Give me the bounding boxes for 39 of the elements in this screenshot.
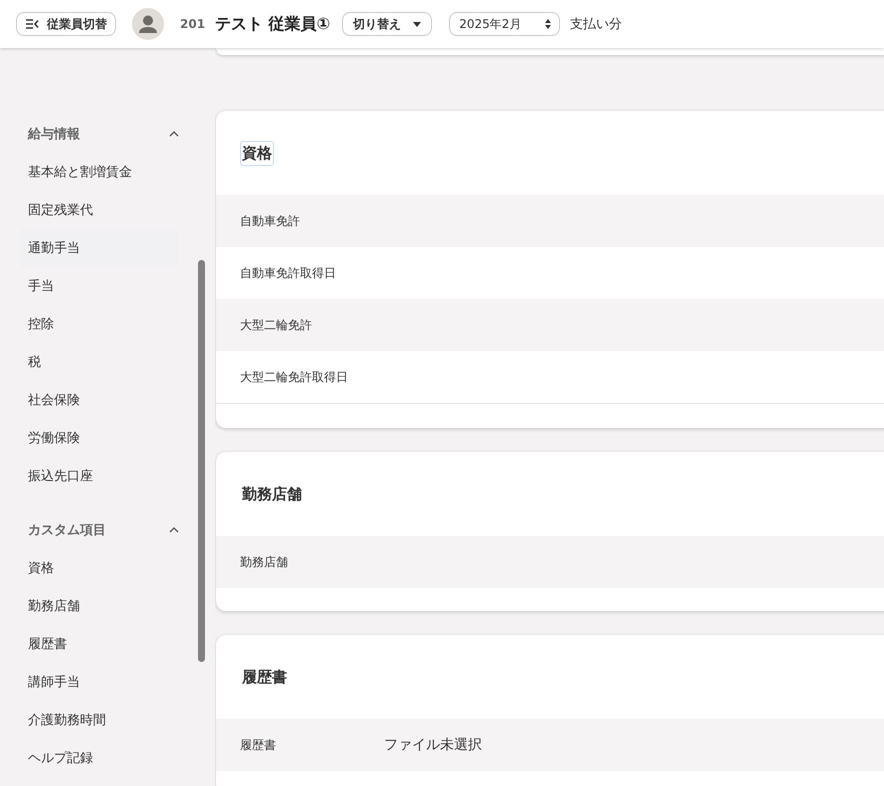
caret-icon [413, 22, 422, 26]
chevron-icon[interactable] [169, 131, 179, 137]
employee-switch-button[interactable]: 従業員切替 [16, 12, 116, 36]
chevron-icon[interactable] [169, 527, 179, 533]
section-title: カスタム項目 [28, 522, 106, 539]
sidebar-item[interactable]: 労働保険 [20, 419, 179, 457]
card-title: 資格 [240, 140, 274, 166]
sidebar-item[interactable]: 履歴書 [20, 625, 179, 663]
sidebar-item[interactable]: 資格 [20, 549, 179, 587]
file-status: ファイル未選択 [384, 736, 482, 754]
period-suffix: 支払い分 [570, 16, 622, 33]
field-label: 履歴書 [240, 736, 277, 754]
sidebar-item[interactable]: 基本給と割増賃金 [20, 153, 179, 191]
sidebar-item[interactable]: 介護勤務時間 [20, 701, 179, 739]
switch-dropdown[interactable]: 切り替え [342, 12, 432, 36]
sidebar-item[interactable]: ヘルプ記録 [20, 739, 179, 777]
sidebar-item[interactable]: 税 [20, 343, 179, 381]
card-title: 勤務店舗 [241, 484, 303, 504]
sidebar-item[interactable]: 振込先口座 [20, 457, 179, 495]
employee-name: テスト 従業員① [215, 14, 330, 34]
menu-collapse-icon [25, 19, 39, 29]
field-label: 大型二輪免許 [240, 316, 313, 334]
card-title: 履歴書 [240, 666, 288, 688]
scrollbar[interactable] [198, 260, 205, 662]
sidebar-item[interactable]: 勤務店舗 [20, 587, 179, 625]
sidebar-item[interactable]: 固定残業代 [20, 191, 179, 229]
period-select[interactable]: 2025年2月 [449, 12, 560, 36]
field-label: 大型二輪免許取得日 [240, 368, 349, 386]
sidebar-item[interactable]: 控除 [20, 305, 179, 343]
avatar-icon [132, 8, 164, 40]
employee-number: 201 [180, 17, 206, 31]
sidebar-item[interactable]: 社会保険 [20, 381, 179, 419]
field-label: 自動車免許 [240, 212, 301, 230]
section-title: 給与情報 [28, 126, 80, 143]
updown-icon [545, 19, 552, 29]
sidebar-item[interactable]: 手当 [20, 267, 179, 305]
field-label: 勤務店舗 [240, 554, 289, 570]
sidebar-item[interactable]: 講師手当 [20, 663, 179, 701]
field-label: 自動車免許取得日 [240, 264, 337, 282]
